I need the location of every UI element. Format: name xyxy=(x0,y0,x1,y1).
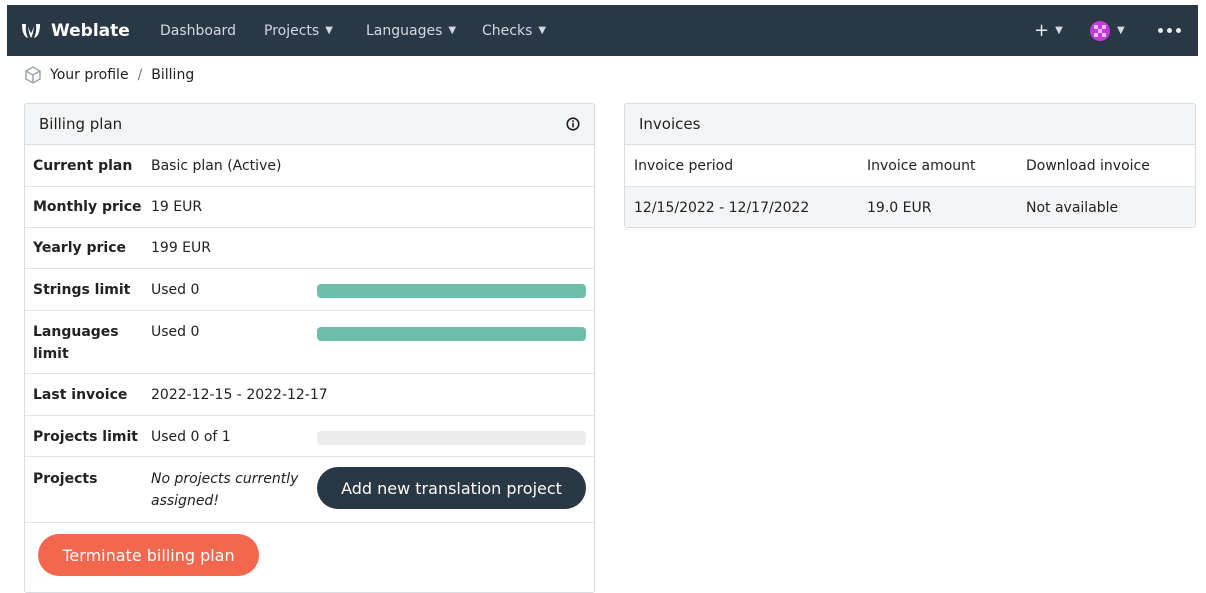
caret-down-icon: ▼ xyxy=(325,25,333,36)
strings-limit-progress xyxy=(317,284,586,298)
languages-limit-progress xyxy=(317,327,586,341)
yearly-price-row: Yearly price 199 EUR xyxy=(25,228,594,269)
yearly-price-value: 199 EUR xyxy=(151,240,211,256)
add-menu-dropdown[interactable]: + ▼ xyxy=(1034,5,1063,56)
languages-limit-value: Used 0 xyxy=(151,324,200,340)
nav-checks-dropdown[interactable]: Checks ▼ xyxy=(482,5,546,56)
ellipsis-icon xyxy=(1158,28,1181,33)
info-icon[interactable] xyxy=(566,117,580,131)
invoices-title: Invoices xyxy=(639,115,701,133)
column-header-invoice-period: Invoice period xyxy=(634,158,734,174)
terminate-billing-plan-button[interactable]: Terminate billing plan xyxy=(38,534,259,576)
nav-languages-label: Languages xyxy=(366,22,443,39)
avatar xyxy=(1089,20,1111,42)
caret-down-icon: ▼ xyxy=(448,25,457,36)
breadcrumb: Your profile / Billing xyxy=(24,64,194,86)
billing-plan-panel: Billing plan Current plan Basic plan (Ac… xyxy=(24,103,595,593)
add-translation-project-button[interactable]: Add new translation project xyxy=(317,467,586,509)
projects-limit-label: Projects limit xyxy=(33,429,138,445)
projects-limit-progress xyxy=(317,431,586,445)
breadcrumb-separator: / xyxy=(137,67,143,83)
table-row: 12/15/2022 - 12/17/2022 19.0 EUR Not ava… xyxy=(625,187,1195,227)
caret-down-icon: ▼ xyxy=(1055,25,1063,36)
current-plan-row: Current plan Basic plan (Active) xyxy=(25,146,594,187)
last-invoice-value: 2022-12-15 - 2022-12-17 xyxy=(151,387,328,403)
projects-empty-message: No projects currently assigned! xyxy=(151,471,299,509)
invoices-panel: Invoices Invoice period Invoice amount D… xyxy=(624,103,1196,228)
breadcrumb-current: Billing xyxy=(151,67,195,83)
column-header-download-invoice: Download invoice xyxy=(1026,158,1150,174)
nav-checks-label: Checks xyxy=(482,22,533,39)
nav-dashboard-label: Dashboard xyxy=(160,22,236,39)
last-invoice-row: Last invoice 2022-12-15 - 2022-12-17 xyxy=(25,374,594,416)
strings-limit-label: Strings limit xyxy=(33,282,131,298)
projects-label: Projects xyxy=(33,471,98,487)
billing-plan-title: Billing plan xyxy=(39,115,123,133)
brand-link[interactable]: Weblate xyxy=(20,5,130,56)
monthly-price-row: Monthly price 19 EUR xyxy=(25,187,594,228)
plus-icon: + xyxy=(1034,20,1050,41)
top-navbar: Weblate Dashboard Projects ▼ Languages ▼… xyxy=(7,5,1198,56)
languages-limit-progress-fill xyxy=(317,327,586,341)
projects-limit-row: Projects limit Used 0 of 1 xyxy=(25,416,594,457)
monthly-price-value: 19 EUR xyxy=(151,199,203,215)
invoice-period-cell: 12/15/2022 - 12/17/2022 xyxy=(634,200,810,216)
projects-limit-value: Used 0 of 1 xyxy=(151,429,231,445)
nav-projects-dropdown[interactable]: Projects ▼ xyxy=(264,5,333,56)
cube-icon xyxy=(24,66,42,84)
languages-limit-row: Languages limit Used 0 xyxy=(25,311,594,374)
last-invoice-label: Last invoice xyxy=(33,387,128,403)
strings-limit-progress-fill xyxy=(317,284,586,298)
breadcrumb-profile-link[interactable]: Your profile xyxy=(50,67,129,83)
download-invoice-cell: Not available xyxy=(1026,200,1119,216)
column-header-invoice-amount: Invoice amount xyxy=(867,158,976,174)
more-menu-button[interactable] xyxy=(1158,5,1181,56)
billing-plan-heading: Billing plan xyxy=(25,104,594,145)
caret-down-icon: ▼ xyxy=(538,25,547,36)
invoice-amount-cell: 19.0 EUR xyxy=(867,200,932,216)
invoices-heading: Invoices xyxy=(625,104,1195,145)
strings-limit-value: Used 0 xyxy=(151,282,200,298)
brand-name: Weblate xyxy=(51,20,130,41)
current-plan-label: Current plan xyxy=(33,158,133,174)
invoices-header-row: Invoice period Invoice amount Download i… xyxy=(625,146,1195,187)
languages-limit-label: Languages limit xyxy=(33,324,119,362)
weblate-logo-icon xyxy=(20,20,42,42)
yearly-price-label: Yearly price xyxy=(33,240,127,256)
nav-projects-label: Projects xyxy=(264,22,320,39)
projects-row: Projects No projects currently assigned!… xyxy=(25,457,594,523)
current-plan-value: Basic plan (Active) xyxy=(151,158,282,174)
caret-down-icon: ▼ xyxy=(1117,25,1125,36)
monthly-price-label: Monthly price xyxy=(33,199,142,215)
nav-languages-dropdown[interactable]: Languages ▼ xyxy=(366,5,456,56)
nav-dashboard[interactable]: Dashboard xyxy=(160,5,236,56)
user-menu-dropdown[interactable]: ▼ xyxy=(1089,5,1125,56)
strings-limit-row: Strings limit Used 0 xyxy=(25,269,594,311)
